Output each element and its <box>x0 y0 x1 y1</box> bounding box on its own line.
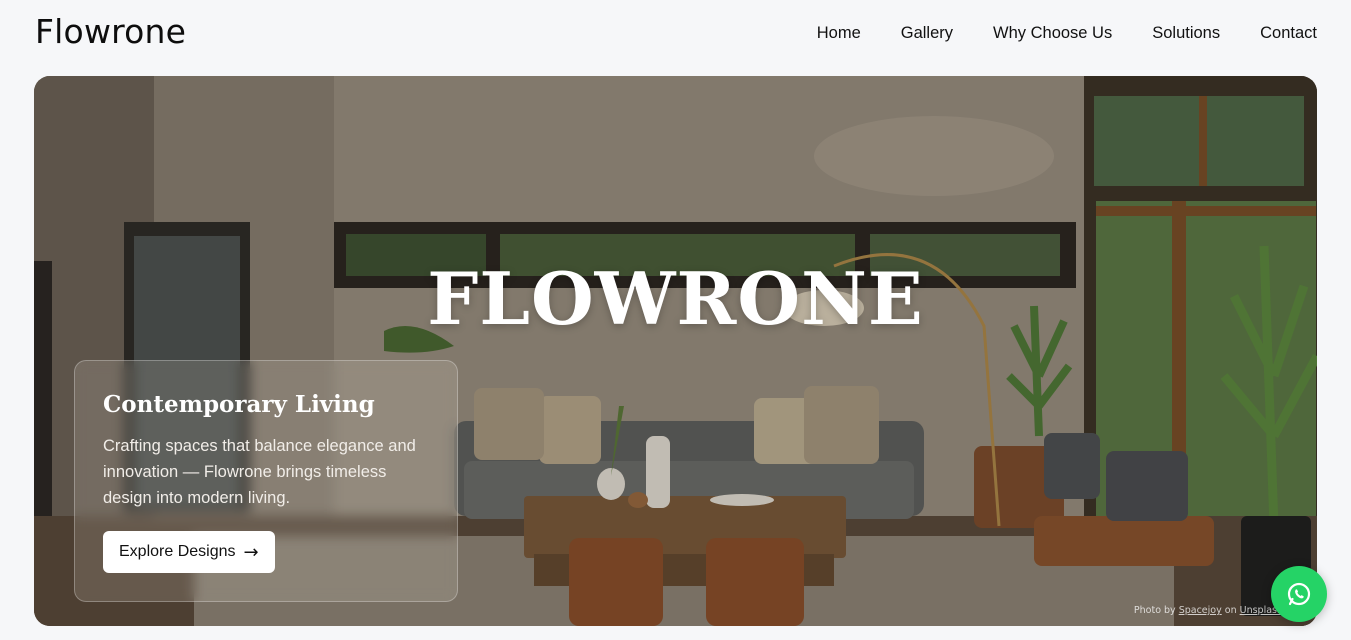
whatsapp-icon <box>1287 582 1311 606</box>
credit-author-link[interactable]: Spacejoy <box>1179 605 1222 616</box>
hero-title: FLOWRONE <box>427 256 924 341</box>
nav-link-solutions[interactable]: Solutions <box>1152 24 1220 43</box>
nav-link-why-choose-us[interactable]: Why Choose Us <box>993 24 1112 43</box>
whatsapp-button[interactable] <box>1271 566 1327 622</box>
credit-middle: on <box>1221 605 1240 616</box>
nav-link-gallery[interactable]: Gallery <box>901 24 953 43</box>
arrow-right-icon: → <box>243 541 259 563</box>
card-heading: Contemporary Living <box>103 391 375 418</box>
card-description: Crafting spaces that balance elegance an… <box>103 437 416 507</box>
photo-credit: Photo by Spacejoy on Unsplash <box>1134 605 1283 616</box>
nav-link-contact[interactable]: Contact <box>1260 24 1317 43</box>
hero-card: Contemporary Living Crafting spaces that… <box>74 360 458 602</box>
site-logo[interactable]: Flowrone <box>35 12 186 51</box>
explore-designs-button[interactable]: Explore Designs → <box>103 531 275 573</box>
explore-designs-label: Explore Designs <box>119 543 236 560</box>
header: Flowrone Home Gallery Why Choose Us Solu… <box>0 0 1351 70</box>
credit-prefix: Photo by <box>1133 605 1179 616</box>
nav-link-home[interactable]: Home <box>817 24 861 43</box>
hero-section: FLOWRONE Contemporary Living Crafting sp… <box>34 76 1317 626</box>
main-nav: Home Gallery Why Choose Us Solutions Con… <box>817 24 1317 43</box>
